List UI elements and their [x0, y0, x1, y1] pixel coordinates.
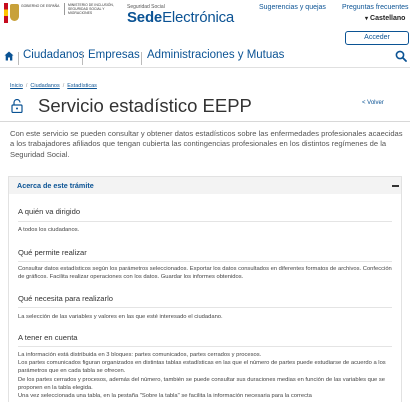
section-text: La información está distribuida en 3 blo…: [18, 352, 386, 400]
accordion-title: Acerca de este trámite: [17, 181, 94, 190]
breadcrumb-separator: /: [62, 83, 65, 89]
home-icon[interactable]: [4, 51, 14, 61]
title-row: Servicio estadístico EEPP < Volver: [0, 92, 410, 122]
main-nav: Ciudadanos Empresas Administraciones y M…: [0, 46, 410, 68]
section-heading: A tener en cuenta: [18, 333, 78, 342]
back-link[interactable]: < Volver: [362, 100, 384, 106]
section-text: A todos los ciudadanos.: [18, 227, 80, 233]
language-selector[interactable]: Castellano: [365, 15, 405, 22]
section-text: La selección de las variables y valores …: [18, 314, 223, 320]
nav-item-administraciones[interactable]: Administraciones y Mutuas: [147, 49, 284, 61]
section-heading: A quién va dirigido: [18, 207, 81, 216]
page-title: Servicio estadístico EEPP: [38, 95, 252, 116]
breadcrumb: Inicio / Ciudadanos / Estadísticas: [10, 83, 97, 89]
sede-logo-bold: Sede: [127, 9, 163, 26]
section-heading: Qué necesita para realizarlo: [18, 294, 113, 303]
nav-item-empresas[interactable]: Empresas: [88, 49, 140, 61]
section-divider: [18, 261, 392, 262]
sede-logo[interactable]: SedeElectrónica: [127, 9, 234, 26]
flag-stripe: [4, 3, 8, 23]
section-divider: [18, 307, 392, 308]
ministry-text: Ministerio de Inclusión, Seguridad Socia…: [64, 3, 120, 15]
section-text: Consultar datos estadísticos según los p…: [18, 266, 392, 281]
government-logo[interactable]: Gobierno de España: [4, 3, 62, 23]
faq-link[interactable]: Preguntas frecuentes: [342, 4, 409, 11]
top-bar: Gobierno de España Ministerio de Inclusi…: [0, 0, 410, 48]
breadcrumb-inicio[interactable]: Inicio: [10, 83, 23, 89]
unlock-icon: [11, 99, 23, 113]
government-text: Gobierno de España: [21, 4, 60, 8]
login-button[interactable]: Acceder: [345, 31, 409, 45]
collapse-icon[interactable]: [392, 185, 399, 187]
intro-text: Con este servicio se pueden consultar y …: [10, 129, 403, 159]
nav-divider: [141, 52, 142, 65]
search-icon[interactable]: [395, 50, 407, 62]
breadcrumb-separator: /: [25, 83, 28, 89]
section-divider: [18, 346, 392, 347]
section-divider: [18, 221, 392, 222]
nav-item-ciudadanos[interactable]: Ciudadanos: [23, 49, 84, 61]
nav-divider: [82, 52, 83, 65]
suggestions-link[interactable]: Sugerencias y quejas: [259, 4, 326, 11]
sede-logo-rest: Electrónica: [162, 9, 235, 26]
coat-of-arms-icon: [10, 4, 19, 21]
section-heading: Qué permite realizar: [18, 248, 87, 257]
breadcrumb-estadisticas[interactable]: Estadísticas: [67, 83, 97, 89]
accordion-header[interactable]: Acerca de este trámite: [8, 176, 402, 194]
nav-divider: [18, 52, 19, 65]
breadcrumb-ciudadanos[interactable]: Ciudadanos: [30, 83, 59, 89]
